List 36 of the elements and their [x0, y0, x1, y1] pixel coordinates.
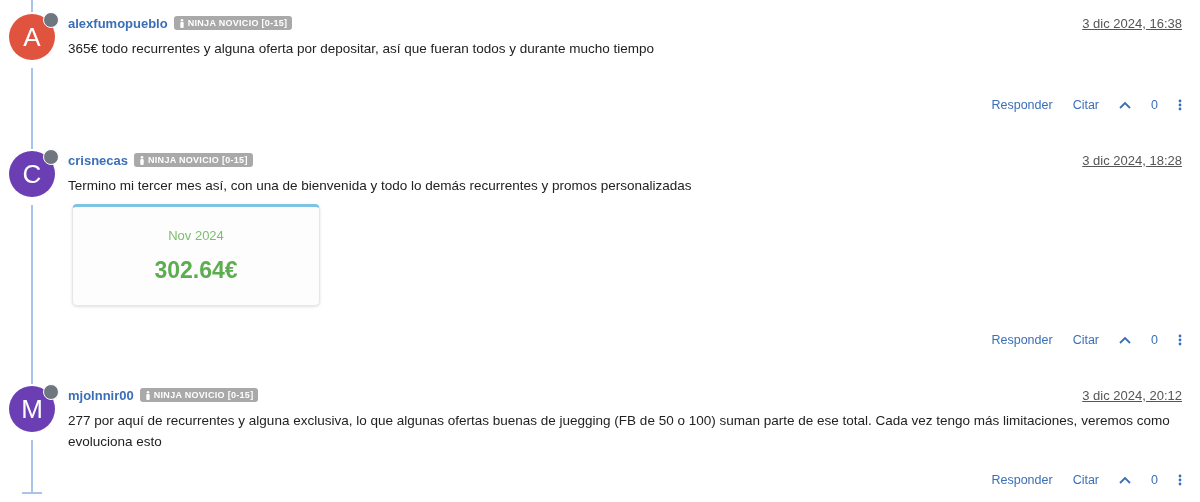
vote-count: 0 — [1151, 98, 1158, 112]
person-icon — [139, 155, 145, 165]
quote-button[interactable]: Citar — [1072, 98, 1100, 112]
comment-text: 277 por aquí de recurrentes y alguna exclusiva, lo que algunas ofertas buenas de juegging (FB de 50 o 100) suman parte de ese total. Cada vez tengo más limitaciones, veremos como evoluciona esto — [68, 412, 1171, 451]
badge-label: NINJA NOVICIO [0-15] — [187, 18, 288, 28]
post-date[interactable]: 3 dic 2024, 18:28 — [1082, 152, 1182, 168]
author-link[interactable]: alexfumopueblo — [68, 15, 168, 31]
quote-button[interactable]: Citar — [1072, 473, 1100, 487]
person-icon — [144, 390, 151, 400]
badge-label: NINJA NOVICIO [0-15] — [148, 155, 248, 165]
upvote-icon[interactable] — [1119, 101, 1132, 109]
avatar-initial: A — [23, 21, 41, 53]
more-icon[interactable] — [1178, 334, 1182, 346]
post-date[interactable]: 3 dic 2024, 20:12 — [1082, 387, 1182, 403]
more-icon[interactable] — [1178, 99, 1182, 111]
upvote-icon[interactable] — [1119, 336, 1132, 344]
month-label: Nov 2024 — [168, 228, 224, 243]
more-icon[interactable] — [1178, 474, 1182, 486]
comment-text: 365€ todo recurrentes y alguna oferta por depositar, así que fueran todos y durante mucho tiempo — [68, 40, 656, 58]
vote-count: 0 — [1151, 333, 1158, 347]
reply-button[interactable]: Responder — [991, 98, 1053, 112]
comment-text: Termino mi tercer mes así, con una de bienvenida y todo lo demás recurrentes y promos personalizadas — [68, 177, 693, 195]
reply-button[interactable]: Responder — [991, 333, 1053, 347]
author-link[interactable]: crisnecas — [68, 152, 128, 168]
avatar-initial: C — [22, 158, 42, 190]
badge-label: NINJA NOVICIO [0-15] — [153, 390, 254, 400]
quote-button[interactable]: Citar — [1072, 333, 1100, 347]
upvote-icon[interactable] — [1119, 476, 1132, 484]
person-icon — [178, 18, 185, 28]
post-date[interactable]: 3 dic 2024, 16:38 — [1082, 15, 1182, 31]
avatar-initial: M — [21, 393, 43, 425]
author-link[interactable]: mjolnnir00 — [68, 387, 134, 403]
amount-value: 302.64€ — [154, 257, 238, 284]
vote-count: 0 — [1151, 473, 1158, 487]
reply-button[interactable]: Responder — [991, 473, 1053, 487]
attachment-image[interactable]: Nov 2024 302.64€ — [72, 204, 320, 306]
